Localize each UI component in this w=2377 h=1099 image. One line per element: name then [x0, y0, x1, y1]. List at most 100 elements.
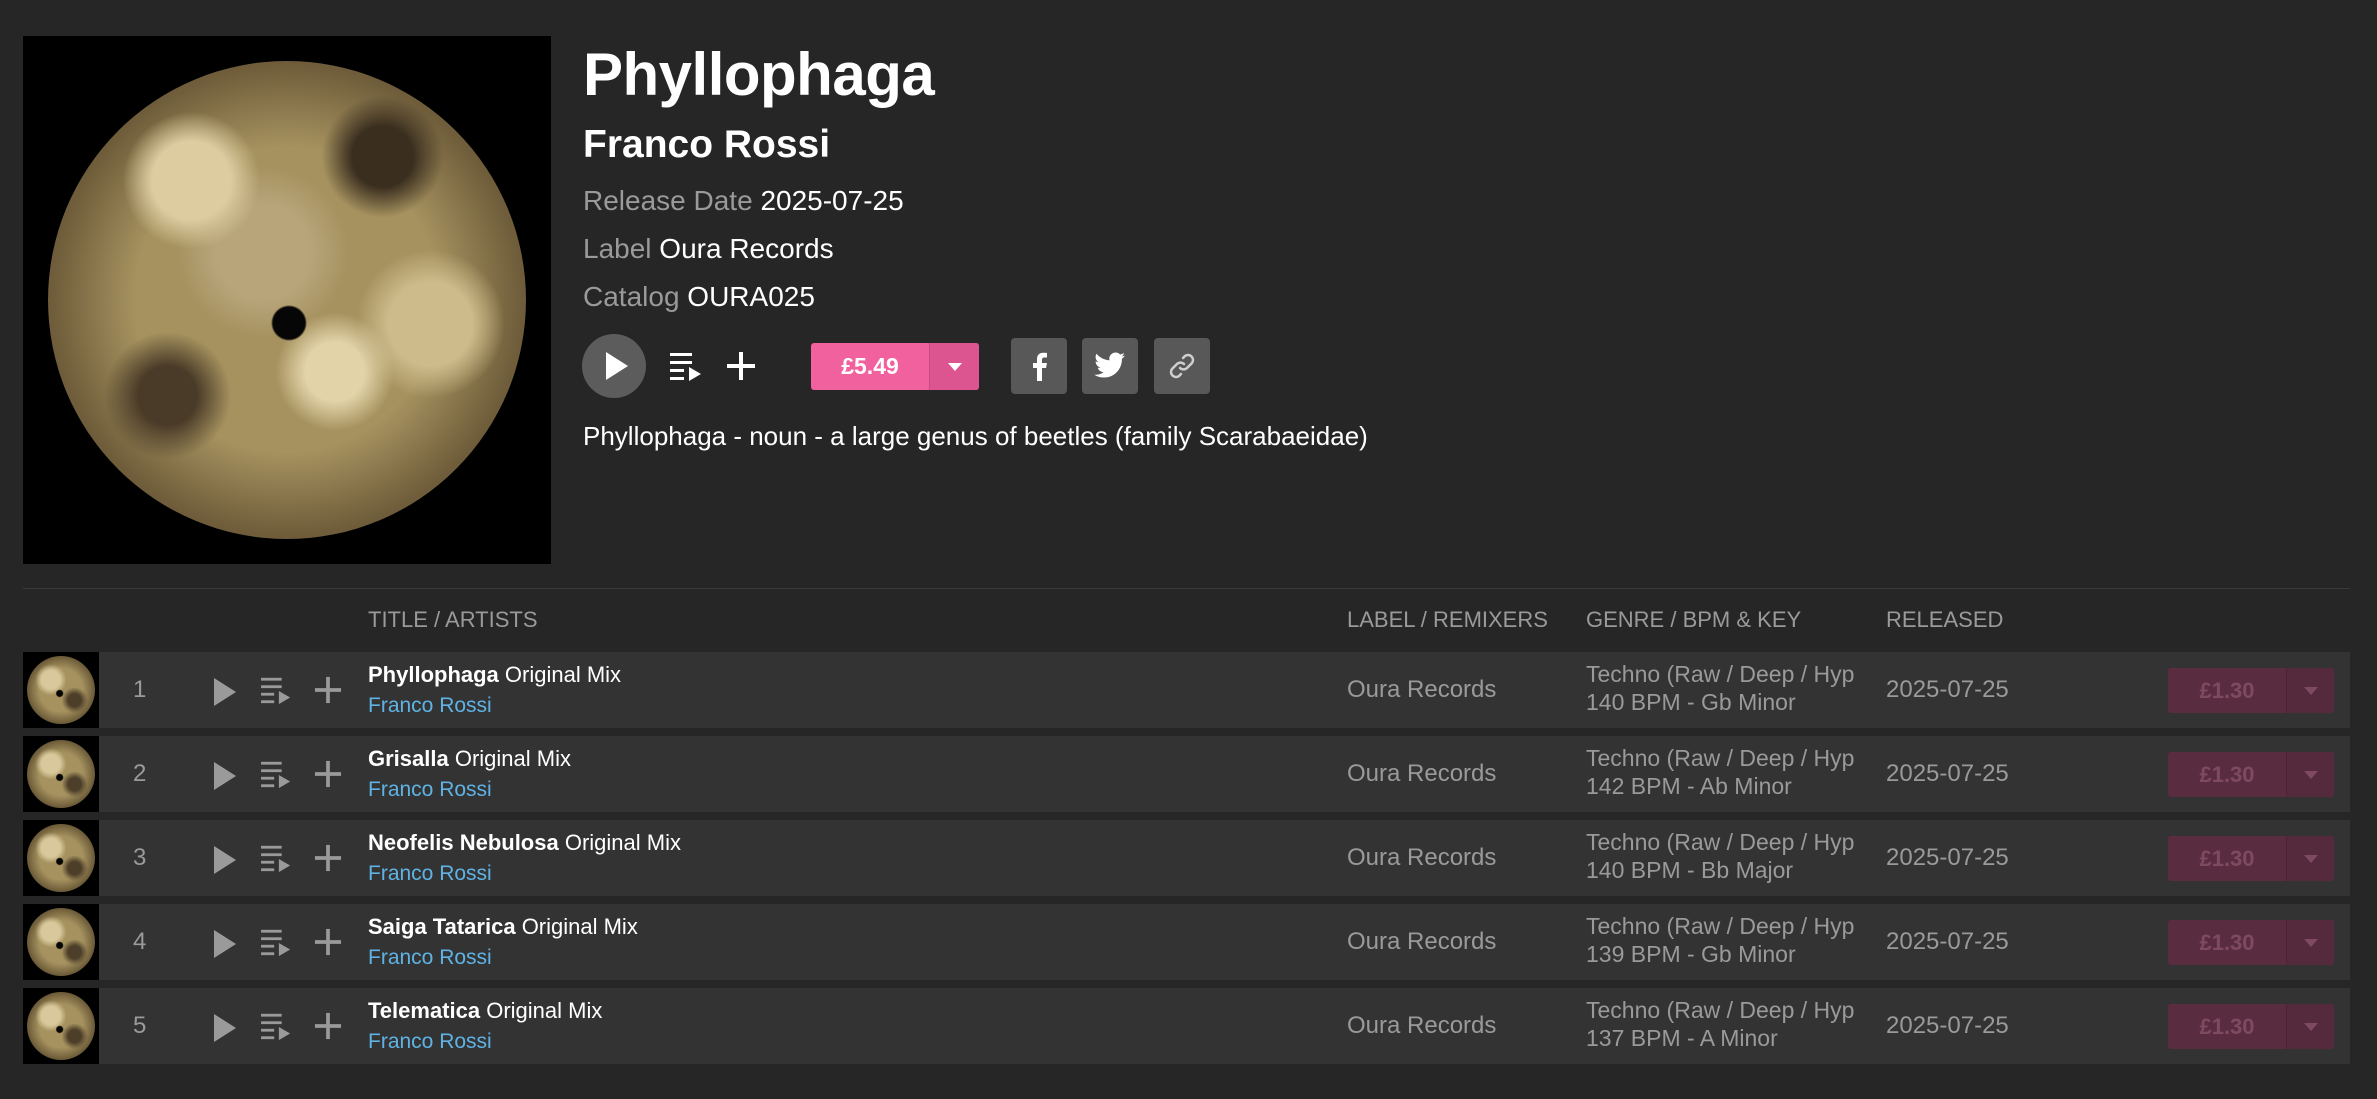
track-number: 2 — [133, 760, 147, 787]
column-header-label[interactable]: LABEL / REMIXERS — [1347, 606, 1548, 634]
plus-icon[interactable] — [314, 844, 342, 872]
add-to-queue-icon[interactable] — [260, 1011, 294, 1041]
track-artist[interactable]: Franco Rossi — [368, 860, 492, 888]
plus-icon[interactable] — [314, 1012, 342, 1040]
track-price[interactable]: £1.30 — [2168, 836, 2286, 881]
track-title[interactable]: Neofelis Nebulosa Original Mix — [368, 828, 681, 858]
plus-icon[interactable] — [314, 760, 342, 788]
buy-release-price-button[interactable]: £5.49 — [811, 343, 979, 390]
add-to-queue-icon[interactable] — [260, 843, 294, 873]
track-price-dropdown[interactable] — [2286, 1004, 2334, 1049]
track-released: 2025-07-25 — [1886, 760, 2009, 787]
plus-icon[interactable] — [314, 928, 342, 956]
track-artist[interactable]: Franco Rossi — [368, 692, 492, 720]
track-genre[interactable]: Techno (Raw / Deep / Hypnotic) — [1586, 660, 1856, 688]
track-mix: Original Mix — [564, 830, 681, 855]
track-genre-bpm-key: Techno (Raw / Deep / Hypnotic) 137 BPM -… — [1586, 996, 1856, 1052]
track-title[interactable]: Grisalla Original Mix — [368, 744, 571, 774]
chevron-down-icon — [2303, 854, 2318, 863]
release-price[interactable]: £5.49 — [811, 343, 929, 390]
buy-track-button[interactable]: £1.30 — [2168, 1004, 2334, 1049]
track-artwork — [23, 652, 99, 728]
track-price[interactable]: £1.30 — [2168, 1004, 2286, 1049]
track-artwork — [23, 988, 99, 1064]
track-label[interactable]: Oura Records — [1347, 736, 1496, 812]
play-icon[interactable] — [214, 930, 236, 958]
track-price[interactable]: £1.30 — [2168, 668, 2286, 713]
track-bpm-key: 137 BPM - A Minor — [1586, 1025, 1778, 1051]
track-number: 5 — [133, 1012, 147, 1039]
play-icon[interactable] — [214, 678, 236, 706]
buy-track-button[interactable]: £1.30 — [2168, 920, 2334, 965]
track-label[interactable]: Oura Records — [1347, 820, 1496, 896]
track-name[interactable]: Grisalla — [368, 746, 449, 771]
buy-track-button[interactable]: £1.30 — [2168, 668, 2334, 713]
column-header-title[interactable]: TITLE / ARTISTS — [368, 606, 538, 634]
track-title[interactable]: Saiga Tatarica Original Mix — [368, 912, 638, 942]
plus-icon[interactable] — [314, 676, 342, 704]
add-to-queue-icon[interactable] — [260, 927, 294, 957]
column-header-genre[interactable]: GENRE / BPM & KEY — [1586, 606, 1801, 634]
track-genre[interactable]: Techno (Raw / Deep / Hypnotic) — [1586, 828, 1856, 856]
track-name[interactable]: Telematica — [368, 998, 480, 1023]
buy-track-button[interactable]: £1.30 — [2168, 836, 2334, 881]
track-artist[interactable]: Franco Rossi — [368, 944, 492, 972]
track-genre[interactable]: Techno (Raw / Deep / Hypnotic) — [1586, 744, 1856, 772]
track-title[interactable]: Phyllophaga Original Mix — [368, 660, 621, 690]
track-artist[interactable]: Franco Rossi — [368, 1028, 492, 1056]
track-title[interactable]: Telematica Original Mix — [368, 996, 602, 1026]
play-icon[interactable] — [214, 762, 236, 790]
add-to-queue-icon[interactable] — [260, 675, 294, 705]
release-date-value: 2025-07-25 — [760, 185, 904, 216]
share-facebook-button[interactable] — [1011, 338, 1067, 394]
track-name[interactable]: Neofelis Nebulosa — [368, 830, 559, 855]
track-name[interactable]: Saiga Tatarica — [368, 914, 516, 939]
track-row[interactable]: 3 Neofelis Nebulosa Original Mix Franco … — [23, 820, 2350, 896]
add-to-queue-icon[interactable] — [669, 350, 705, 382]
track-label[interactable]: Oura Records — [1347, 988, 1496, 1064]
track-number: 4 — [133, 928, 147, 955]
track-label[interactable]: Oura Records — [1347, 904, 1496, 980]
track-price[interactable]: £1.30 — [2168, 920, 2286, 965]
track-genre[interactable]: Techno (Raw / Deep / Hypnotic) — [1586, 996, 1856, 1024]
track-name[interactable]: Phyllophaga — [368, 662, 499, 687]
track-mix: Original Mix — [486, 998, 603, 1023]
copy-link-button[interactable] — [1154, 338, 1210, 394]
catalog-label: Catalog — [583, 281, 680, 312]
track-mix: Original Mix — [504, 662, 622, 687]
release-artist[interactable]: Franco Rossi — [583, 120, 830, 170]
play-icon[interactable] — [214, 1014, 236, 1042]
artwork-disc-image — [48, 61, 526, 539]
track-artist[interactable]: Franco Rossi — [368, 776, 492, 804]
track-artwork — [23, 736, 99, 812]
add-to-queue-icon[interactable] — [260, 759, 294, 789]
add-to-playlist-plus-icon[interactable] — [726, 351, 756, 381]
release-label-row: Label Oura Records — [583, 231, 834, 267]
track-row[interactable]: 2 Grisalla Original Mix Franco Rossi Our… — [23, 736, 2350, 812]
buy-track-button[interactable]: £1.30 — [2168, 752, 2334, 797]
track-price-dropdown[interactable] — [2286, 668, 2334, 713]
release-date-label: Release Date — [583, 185, 753, 216]
play-icon[interactable] — [214, 846, 236, 874]
track-price[interactable]: £1.30 — [2168, 752, 2286, 797]
section-divider — [23, 588, 2350, 589]
track-bpm-key: 140 BPM - Bb Major — [1586, 857, 1794, 883]
track-row[interactable]: 5 Telematica Original Mix Franco Rossi O… — [23, 988, 2350, 1064]
release-description: Phyllophaga - noun - a large genus of be… — [583, 421, 1368, 451]
track-row[interactable]: 1 Phyllophaga Original Mix Franco Rossi … — [23, 652, 2350, 728]
column-header-released[interactable]: RELEASED — [1886, 606, 2003, 634]
track-number: 1 — [133, 676, 147, 703]
play-release-button[interactable] — [582, 334, 646, 398]
track-genre[interactable]: Techno (Raw / Deep / Hypnotic) — [1586, 912, 1856, 940]
track-mix: Original Mix — [521, 914, 638, 939]
track-label[interactable]: Oura Records — [1347, 652, 1496, 728]
release-price-dropdown[interactable] — [929, 343, 979, 390]
share-twitter-button[interactable] — [1082, 338, 1138, 394]
track-price-dropdown[interactable] — [2286, 752, 2334, 797]
label-value[interactable]: Oura Records — [659, 233, 833, 264]
chevron-down-icon — [2303, 770, 2318, 779]
track-row[interactable]: 4 Saiga Tatarica Original Mix Franco Ros… — [23, 904, 2350, 980]
track-price-dropdown[interactable] — [2286, 920, 2334, 965]
track-genre-bpm-key: Techno (Raw / Deep / Hypnotic) 140 BPM -… — [1586, 828, 1856, 884]
track-price-dropdown[interactable] — [2286, 836, 2334, 881]
